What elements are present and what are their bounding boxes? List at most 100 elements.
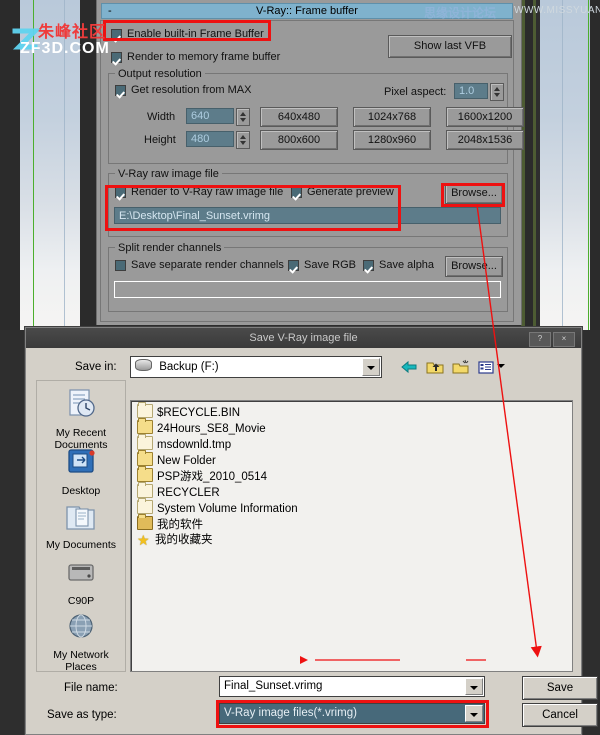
guide-line <box>588 0 589 330</box>
favorites-star-icon: ★ <box>137 532 150 548</box>
list-item[interactable]: PSP游戏_2010_0514 <box>131 466 572 484</box>
place-my-network-places[interactable]: My Network Places <box>37 609 125 673</box>
pixel-aspect-spinner[interactable] <box>490 83 504 101</box>
split-browse-button[interactable]: Browse... <box>445 256 503 277</box>
up-folder-icon[interactable] <box>425 358 445 376</box>
cancel-button[interactable]: Cancel <box>522 703 598 727</box>
folder-shared-icon <box>137 514 153 530</box>
width-spinner[interactable] <box>236 108 250 126</box>
generate-preview-checkbox[interactable] <box>291 186 302 198</box>
raw-image-path-field[interactable]: E:\Desktop\Final_Sunset.vrimg <box>114 207 501 224</box>
split-channels-path-field[interactable] <box>114 281 501 298</box>
chevron-down-icon[interactable] <box>465 705 483 722</box>
help-button[interactable]: ? <box>529 332 551 347</box>
list-item[interactable]: New Folder <box>131 450 572 468</box>
split-render-channels-group-label: Split render channels <box>115 243 225 254</box>
preset-1600x1200-button[interactable]: 1600x1200 <box>446 107 524 127</box>
save-rgb-row[interactable]: Save RGB <box>288 259 356 271</box>
list-item[interactable]: System Volume Information <box>131 498 572 516</box>
desktop-icon <box>59 445 103 483</box>
get-resolution-from-max-label: Get resolution from MAX <box>131 84 252 96</box>
place-desktop[interactable]: Desktop <box>37 445 125 497</box>
rollout-title-bar[interactable]: - V-Ray:: Frame buffer <box>101 3 513 19</box>
save-vray-image-file-dialog: Save V-Ray image file ? × Save in: Backu… <box>25 327 598 735</box>
generate-preview-label: Generate preview <box>307 186 394 198</box>
save-as-type-combobox[interactable]: V-Ray image files(*.vrimg) <box>219 703 485 724</box>
get-resolution-from-max-checkbox[interactable] <box>115 84 126 96</box>
place-label: My Network Places <box>53 649 109 673</box>
file-name: System Volume Information <box>157 503 298 515</box>
save-separate-channels-row[interactable]: Save separate render channels <box>115 259 284 271</box>
list-item[interactable]: RECYCLER <box>131 482 572 500</box>
save-in-label: Save in: <box>75 361 117 373</box>
file-list[interactable]: $RECYCLE.BIN 24Hours_SE8_Movie msdownld.… <box>130 400 573 672</box>
chevron-down-icon[interactable] <box>362 358 380 376</box>
file-name: RECYCLER <box>157 487 220 499</box>
save-rgb-checkbox[interactable] <box>288 259 299 271</box>
place-my-documents[interactable]: My Documents <box>37 499 125 551</box>
back-arrow-icon[interactable] <box>399 358 419 376</box>
render-to-raw-checkbox[interactable] <box>115 186 126 198</box>
preset-1024x768-button[interactable]: 1024x768 <box>353 107 431 127</box>
save-as-type-label: Save as type: <box>47 709 117 721</box>
place-my-recent-documents[interactable]: My Recent Documents <box>37 387 125 451</box>
save-in-value: Backup (F:) <box>159 361 219 373</box>
render-to-raw-label: Render to V-Ray raw image file <box>131 186 284 198</box>
file-name-combobox[interactable]: Final_Sunset.vrimg <box>219 676 485 697</box>
generate-preview-row[interactable]: Generate preview <box>291 186 394 198</box>
new-folder-icon[interactable] <box>451 358 471 376</box>
raw-browse-button[interactable]: Browse... <box>445 183 503 204</box>
preset-2048x1536-button[interactable]: 2048x1536 <box>446 130 524 150</box>
height-field[interactable]: 480 <box>186 131 234 147</box>
list-item[interactable]: ★ 我的收藏夹 <box>131 532 572 548</box>
chevron-down-icon[interactable] <box>465 678 483 695</box>
output-resolution-group-label: Output resolution <box>115 69 205 80</box>
pixel-aspect-label: Pixel aspect: <box>384 86 447 98</box>
enable-frame-buffer-checkbox[interactable] <box>111 28 122 40</box>
folder-pale-icon <box>137 482 153 498</box>
network-places-icon <box>59 609 103 647</box>
save-separate-channels-checkbox[interactable] <box>115 259 126 271</box>
rollout-collapse-marker[interactable]: - <box>108 4 112 18</box>
save-alpha-checkbox[interactable] <box>363 259 374 271</box>
get-resolution-from-max-row[interactable]: Get resolution from MAX <box>115 84 251 96</box>
viewport-gutter <box>590 0 600 330</box>
enable-frame-buffer-row[interactable]: Enable built-in Frame Buffer <box>111 28 264 40</box>
file-name: 我的软件 <box>157 519 203 531</box>
show-last-vfb-button[interactable]: Show last VFB <box>388 35 512 58</box>
preset-640x480-button[interactable]: 640x480 <box>260 107 338 127</box>
render-to-raw-row[interactable]: Render to V-Ray raw image file <box>115 186 283 198</box>
hard-drive-icon <box>59 555 103 593</box>
view-mode-chevron-icon[interactable] <box>497 364 505 368</box>
pixel-aspect-field[interactable]: 1.0 <box>454 83 488 99</box>
render-to-memory-row[interactable]: Render to memory frame buffer <box>111 51 280 63</box>
place-c90p[interactable]: C90P <box>37 555 125 607</box>
save-button[interactable]: Save <box>522 676 598 700</box>
list-item[interactable]: 我的软件 <box>131 514 572 532</box>
file-name-value: Final_Sunset.vrimg <box>224 680 323 692</box>
file-list-column: $RECYCLE.BIN 24Hours_SE8_Movie msdownld.… <box>131 401 572 548</box>
file-name: msdownld.tmp <box>157 439 232 451</box>
view-mode-icon[interactable] <box>477 358 497 376</box>
list-item[interactable]: $RECYCLE.BIN <box>131 402 572 420</box>
recent-documents-icon <box>59 387 103 425</box>
close-button[interactable]: × <box>553 332 575 347</box>
dialog-body: Save in: Backup (F:) My Recent Documents… <box>26 348 598 734</box>
preset-1280x960-button[interactable]: 1280x960 <box>353 130 431 150</box>
guide-line <box>562 0 563 330</box>
save-separate-channels-label: Save separate render channels <box>131 259 284 271</box>
render-to-memory-label: Render to memory frame buffer <box>127 51 281 63</box>
list-item[interactable]: msdownld.tmp <box>131 434 572 452</box>
file-name: New Folder <box>157 455 216 467</box>
file-name: PSP游戏_2010_0514 <box>157 471 267 483</box>
save-alpha-row[interactable]: Save alpha <box>363 259 434 271</box>
width-field[interactable]: 640 <box>186 108 234 124</box>
folder-pale-icon <box>137 434 153 450</box>
list-item[interactable]: 24Hours_SE8_Movie <box>131 418 572 436</box>
rollout-body: Enable built-in Frame Buffer Render to m… <box>100 20 524 322</box>
dialog-title-bar: Save V-Ray image file <box>26 328 581 348</box>
height-spinner[interactable] <box>236 131 250 149</box>
preset-800x600-button[interactable]: 800x600 <box>260 130 338 150</box>
render-to-memory-checkbox[interactable] <box>111 51 122 63</box>
save-in-combobox[interactable]: Backup (F:) <box>130 356 382 378</box>
